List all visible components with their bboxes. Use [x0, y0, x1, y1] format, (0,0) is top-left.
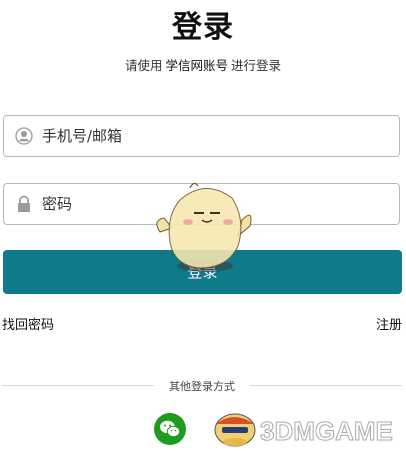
lock-icon	[15, 195, 33, 213]
page-subtitle: 请使用 学信网账号 进行登录	[0, 55, 406, 74]
other-login-label: 其他登录方式	[169, 380, 235, 393]
username-field[interactable]	[3, 115, 400, 157]
divider-right	[250, 385, 402, 386]
mascot-image	[156, 182, 252, 272]
register-link[interactable]: 注册	[376, 314, 402, 333]
watermark-text: 3DMGAME	[260, 416, 393, 446]
wechat-icon	[160, 420, 181, 438]
watermark-logo: 3DMGAME	[214, 413, 393, 447]
forgot-password-link[interactable]: 找回密码	[2, 314, 54, 333]
user-icon	[15, 127, 33, 145]
wechat-login-button[interactable]	[154, 413, 186, 445]
subtitle-brand: 学信网账号	[165, 58, 228, 73]
subtitle-prefix: 请使用	[124, 58, 163, 73]
divider-left	[2, 385, 154, 386]
username-input[interactable]	[42, 116, 382, 156]
subtitle-suffix: 进行登录	[231, 58, 282, 73]
page-title: 登录	[172, 10, 234, 45]
